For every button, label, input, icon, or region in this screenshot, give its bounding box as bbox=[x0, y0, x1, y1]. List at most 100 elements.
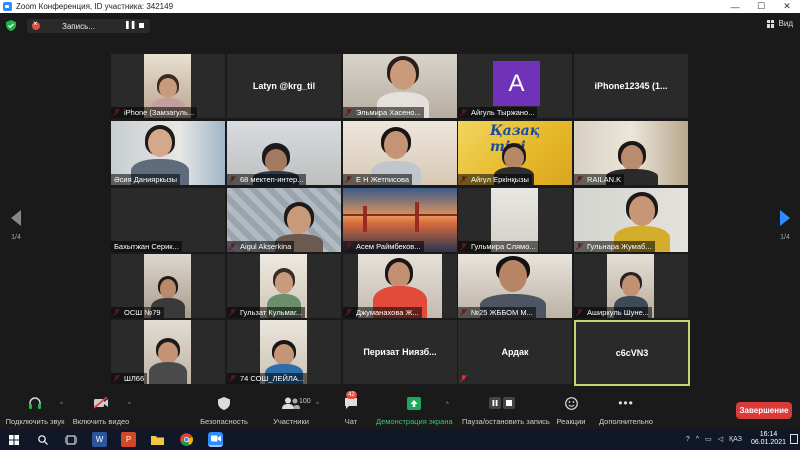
encryption-shield-icon[interactable] bbox=[6, 20, 16, 31]
headphones-icon bbox=[29, 397, 41, 409]
file-explorer-icon[interactable] bbox=[150, 432, 165, 447]
participant-name: Ардак bbox=[501, 347, 529, 357]
windows-logo-icon bbox=[8, 434, 19, 445]
participant-tile[interactable]: Аширкуль Шуне... bbox=[574, 254, 688, 318]
participant-tile[interactable]: iPhone12345 (1... bbox=[574, 54, 688, 118]
active-speaker-tile[interactable]: c6cVN3 bbox=[574, 320, 690, 386]
task-view-button[interactable] bbox=[63, 432, 78, 447]
chevron-up-icon[interactable]: ^ bbox=[696, 436, 699, 443]
participant-name: Асем Раймбеков... bbox=[343, 241, 424, 252]
audio-options-caret-icon[interactable]: ^ bbox=[60, 402, 63, 408]
participant-name: Перизат Ниязб... bbox=[363, 347, 437, 357]
participant-tile[interactable]: Aigul Akserkina bbox=[227, 188, 341, 252]
task-view-icon bbox=[64, 435, 77, 444]
participant-name: Аширкуль Шуне... bbox=[574, 307, 652, 318]
arrow-right-icon bbox=[780, 210, 790, 226]
participants-options-caret-icon[interactable]: ^ bbox=[316, 402, 319, 408]
share-options-caret-icon[interactable]: ^ bbox=[446, 402, 449, 408]
participant-tile[interactable]: Гульзат Кульмаг... bbox=[227, 254, 341, 318]
video-options-caret-icon[interactable]: ^ bbox=[128, 402, 131, 408]
participant-name: iPhone (Замзагуль... bbox=[111, 107, 198, 118]
speaker-icon[interactable]: ◁ bbox=[718, 435, 723, 443]
recording-label: Запись... bbox=[62, 21, 95, 31]
participant-tile[interactable]: 74 СОШ_ЛЕЙЛА... bbox=[227, 320, 341, 384]
security-label: Безопасность bbox=[200, 417, 248, 426]
share-screen-button[interactable]: Демонстрация экрана bbox=[376, 394, 453, 426]
view-button[interactable]: Вид bbox=[766, 19, 793, 28]
participant-tile[interactable]: Ардак bbox=[458, 320, 572, 384]
participant-name: Aigul Akserkina bbox=[227, 241, 295, 252]
participant-tile[interactable]: Қазақ тілі Айгүл Еркінқызы bbox=[458, 121, 572, 185]
prev-page-button[interactable]: 1/4 bbox=[8, 210, 24, 242]
start-button[interactable] bbox=[6, 432, 21, 447]
search-taskbar-button[interactable] bbox=[35, 432, 50, 447]
participant-tile[interactable]: iPhone (Замзагуль... bbox=[111, 54, 225, 118]
participant-tile[interactable]: RAILAN.K bbox=[574, 121, 688, 185]
participant-tile[interactable]: ШЛ66 bbox=[111, 320, 225, 384]
page-indicator-left: 1/4 bbox=[11, 234, 21, 241]
maximize-button[interactable]: ☐ bbox=[748, 0, 774, 13]
participant-name: Гульзат Кульмаг... bbox=[227, 307, 306, 318]
keyboard-language[interactable]: ҚАЗ bbox=[729, 436, 742, 443]
participant-name: Айгуль Тыржано... bbox=[458, 107, 538, 118]
help-icon[interactable]: ? bbox=[686, 436, 690, 443]
participant-tile[interactable]: №25 ЖББОМ М... bbox=[458, 254, 572, 318]
join-audio-button[interactable]: Подключить звук bbox=[4, 394, 66, 426]
participant-name: c6cVN3 bbox=[615, 348, 649, 358]
participant-name: iPhone12345 (1... bbox=[594, 81, 668, 91]
pause-stop-recording-label: Пауза/остановить запись bbox=[462, 417, 550, 426]
powerpoint-app-icon[interactable]: P bbox=[121, 432, 136, 447]
notifications-icon[interactable] bbox=[790, 434, 798, 444]
participant-tile[interactable]: ОСШ №79 bbox=[111, 254, 225, 318]
word-app-icon[interactable]: W bbox=[92, 432, 107, 447]
participant-name: RAILAN.K bbox=[574, 174, 625, 185]
participants-count: 100 bbox=[299, 398, 311, 405]
zoom-app-icon[interactable] bbox=[208, 432, 223, 447]
participant-tile[interactable]: Latyn @krg_til bbox=[227, 54, 341, 118]
participant-tile[interactable]: Гульнара Жумаб... bbox=[574, 188, 688, 252]
search-icon bbox=[37, 434, 48, 445]
close-button[interactable]: ✕ bbox=[774, 0, 800, 13]
video-off-icon bbox=[93, 397, 108, 409]
more-dots-icon: ••• bbox=[618, 396, 634, 410]
security-button[interactable]: Безопасность bbox=[196, 394, 252, 426]
clock-time: 16:14 bbox=[759, 431, 778, 438]
chat-button[interactable]: 42 Чат bbox=[336, 391, 366, 426]
system-tray: ? ^ ▭ ◁ ҚАЗ bbox=[686, 435, 742, 444]
next-page-button[interactable]: 1/4 bbox=[777, 210, 793, 242]
end-meeting-button[interactable]: Завершение bbox=[736, 402, 792, 419]
minimize-button[interactable]: — bbox=[722, 0, 748, 13]
participant-tile[interactable]: Эльмира Хасено... bbox=[343, 54, 457, 118]
more-label: Дополнительно bbox=[599, 417, 653, 426]
participant-tile[interactable]: Джуманахова Ж... bbox=[343, 254, 457, 318]
start-video-button[interactable]: Включить видео bbox=[70, 394, 132, 426]
battery-icon[interactable]: ▭ bbox=[705, 435, 712, 443]
participant-tile[interactable]: Асем Раймбеков... bbox=[343, 188, 457, 252]
mic-muted-icon bbox=[460, 375, 467, 382]
reactions-label: Реакции bbox=[556, 417, 586, 426]
participant-tile[interactable]: Гульмира Слямо... bbox=[458, 188, 572, 252]
participant-name: Гульнара Жумаб... bbox=[574, 241, 655, 252]
more-button[interactable]: ••• Дополнительно bbox=[596, 394, 656, 426]
participant-name: Бахытжан Серик... bbox=[111, 241, 182, 252]
pause-stop-recording-button[interactable]: Пауза/остановить запись bbox=[462, 394, 550, 426]
view-label: Вид bbox=[778, 19, 793, 28]
stop-recording-icon[interactable] bbox=[139, 23, 144, 28]
reactions-button[interactable]: Реакции bbox=[555, 394, 587, 426]
chat-unread-badge: 42 bbox=[346, 391, 357, 399]
recording-indicator: Запись... ❚❚ bbox=[27, 19, 150, 33]
participant-tile[interactable]: Е Н Жетписова bbox=[343, 121, 457, 185]
participant-tile[interactable]: Перизат Ниязб... bbox=[343, 320, 457, 384]
participant-name: ШЛ66 bbox=[111, 373, 148, 384]
participant-tile[interactable]: Әсия Данияркызы bbox=[111, 121, 225, 185]
pause-recording-icon[interactable]: ❚❚ bbox=[124, 20, 136, 29]
window-title: Zoom Конференция, ID участника: 342149 bbox=[16, 2, 174, 11]
recording-dot-icon bbox=[32, 19, 40, 30]
chrome-app-icon[interactable] bbox=[179, 432, 194, 447]
participants-icon bbox=[282, 397, 300, 409]
participant-tile[interactable]: A Айгуль Тыржано... bbox=[458, 54, 572, 118]
page-indicator-right: 1/4 bbox=[780, 234, 790, 241]
participant-tile[interactable]: 68 мектеп-интер... bbox=[227, 121, 341, 185]
participant-tile[interactable]: Бахытжан Серик... bbox=[111, 188, 225, 252]
clock[interactable]: 16:14 06.01.2021 bbox=[751, 431, 786, 447]
